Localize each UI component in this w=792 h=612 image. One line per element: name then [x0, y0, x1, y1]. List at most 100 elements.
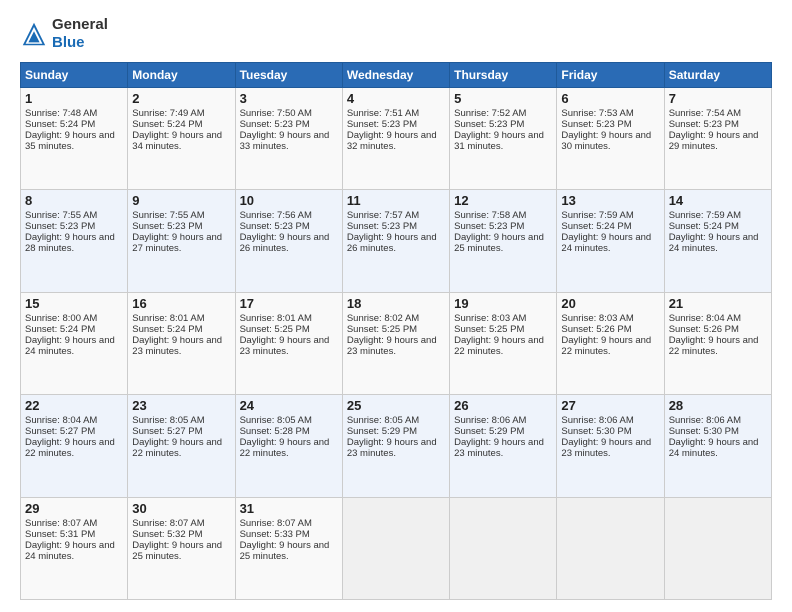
header: General Blue	[20, 16, 772, 52]
daylight-text: Daylight: 9 hours and 26 minutes.	[240, 232, 330, 254]
daylight-text: Daylight: 9 hours and 23 minutes.	[347, 437, 437, 459]
sunset-text: Sunset: 5:29 PM	[454, 426, 524, 437]
sunrise-text: Sunrise: 8:05 AM	[347, 415, 419, 426]
daylight-text: Daylight: 9 hours and 23 minutes.	[132, 335, 222, 357]
daylight-text: Daylight: 9 hours and 26 minutes.	[347, 232, 437, 254]
sunset-text: Sunset: 5:31 PM	[25, 529, 95, 540]
day-number: 5	[454, 91, 552, 106]
sunset-text: Sunset: 5:23 PM	[25, 221, 95, 232]
sunrise-text: Sunrise: 7:53 AM	[561, 108, 633, 119]
daylight-text: Daylight: 9 hours and 22 minutes.	[240, 437, 330, 459]
day-number: 10	[240, 193, 338, 208]
day-number: 17	[240, 296, 338, 311]
sunset-text: Sunset: 5:23 PM	[132, 221, 202, 232]
daylight-text: Daylight: 9 hours and 29 minutes.	[669, 130, 759, 152]
day-number: 22	[25, 398, 123, 413]
day-number: 1	[25, 91, 123, 106]
day-number: 30	[132, 501, 230, 516]
sunset-text: Sunset: 5:24 PM	[25, 119, 95, 130]
general-blue-logo-icon	[20, 20, 48, 48]
sunrise-text: Sunrise: 8:06 AM	[669, 415, 741, 426]
daylight-text: Daylight: 9 hours and 31 minutes.	[454, 130, 544, 152]
sunrise-text: Sunrise: 8:04 AM	[669, 313, 741, 324]
sunset-text: Sunset: 5:24 PM	[132, 324, 202, 335]
calendar-cell-30: 30Sunrise: 8:07 AMSunset: 5:32 PMDayligh…	[128, 497, 235, 599]
daylight-text: Daylight: 9 hours and 24 minutes.	[669, 437, 759, 459]
day-number: 26	[454, 398, 552, 413]
calendar-header-monday: Monday	[128, 63, 235, 88]
calendar-week-row: 29Sunrise: 8:07 AMSunset: 5:31 PMDayligh…	[21, 497, 772, 599]
sunrise-text: Sunrise: 8:06 AM	[454, 415, 526, 426]
calendar-cell-19: 19Sunrise: 8:03 AMSunset: 5:25 PMDayligh…	[450, 292, 557, 394]
calendar-cell-12: 12 Sunrise: 7:58 AMSunset: 5:23 PMDayligh…	[450, 190, 557, 292]
day-number: 12	[454, 193, 552, 208]
day-number: 28	[669, 398, 767, 413]
day-number: 25	[347, 398, 445, 413]
calendar-cell-1: 1Sunrise: 7:48 AMSunset: 5:24 PMDaylight…	[21, 88, 128, 190]
calendar-cell-16: 16Sunrise: 8:01 AMSunset: 5:24 PMDayligh…	[128, 292, 235, 394]
daylight-text: Daylight: 9 hours and 24 minutes.	[669, 232, 759, 254]
sunrise-text: Sunrise: 8:06 AM	[561, 415, 633, 426]
sunset-text: Sunset: 5:23 PM	[347, 221, 417, 232]
daylight-text: Daylight: 9 hours and 22 minutes.	[669, 335, 759, 357]
calendar-cell-9: 9Sunrise: 7:55 AMSunset: 5:23 PMDaylight…	[128, 190, 235, 292]
day-number: 3	[240, 91, 338, 106]
calendar-cell-7: 7Sunrise: 7:54 AMSunset: 5:23 PMDaylight…	[664, 88, 771, 190]
calendar-header-thursday: Thursday	[450, 63, 557, 88]
day-number: 4	[347, 91, 445, 106]
daylight-text: Daylight: 9 hours and 22 minutes.	[25, 437, 115, 459]
sunset-text: Sunset: 5:26 PM	[669, 324, 739, 335]
calendar-cell-28: 28Sunrise: 8:06 AMSunset: 5:30 PMDayligh…	[664, 395, 771, 497]
calendar-header-friday: Friday	[557, 63, 664, 88]
empty-cell	[450, 497, 557, 599]
daylight-text: Daylight: 9 hours and 34 minutes.	[132, 130, 222, 152]
sunset-text: Sunset: 5:24 PM	[25, 324, 95, 335]
daylight-text: Daylight: 9 hours and 23 minutes.	[561, 437, 651, 459]
calendar-cell-21: 21Sunrise: 8:04 AMSunset: 5:26 PMDayligh…	[664, 292, 771, 394]
calendar-week-row: 15Sunrise: 8:00 AMSunset: 5:24 PMDayligh…	[21, 292, 772, 394]
empty-cell	[664, 497, 771, 599]
sunrise-text: Sunrise: 7:57 AM	[347, 210, 419, 221]
sunrise-text: Sunrise: 8:05 AM	[240, 415, 312, 426]
daylight-text: Daylight: 9 hours and 25 minutes.	[132, 540, 222, 562]
calendar-cell-18: 18Sunrise: 8:02 AMSunset: 5:25 PMDayligh…	[342, 292, 449, 394]
calendar-header-wednesday: Wednesday	[342, 63, 449, 88]
sunset-text: Sunset: 5:28 PM	[240, 426, 310, 437]
calendar-header-sunday: Sunday	[21, 63, 128, 88]
calendar-header-saturday: Saturday	[664, 63, 771, 88]
calendar-week-row: 1Sunrise: 7:48 AMSunset: 5:24 PMDaylight…	[21, 88, 772, 190]
calendar-cell-2: 2Sunrise: 7:49 AMSunset: 5:24 PMDaylight…	[128, 88, 235, 190]
calendar-header-row: SundayMondayTuesdayWednesdayThursdayFrid…	[21, 63, 772, 88]
sunrise-text: Sunrise: 8:02 AM	[347, 313, 419, 324]
sunset-text: Sunset: 5:32 PM	[132, 529, 202, 540]
daylight-text: Daylight: 9 hours and 24 minutes.	[25, 335, 115, 357]
sunrise-text: Sunrise: 7:52 AM	[454, 108, 526, 119]
sunrise-text: Sunrise: 8:03 AM	[561, 313, 633, 324]
sunrise-text: Sunrise: 7:55 AM	[132, 210, 204, 221]
daylight-text: Daylight: 9 hours and 27 minutes.	[132, 232, 222, 254]
calendar-cell-10: 10Sunrise: 7:56 AMSunset: 5:23 PMDayligh…	[235, 190, 342, 292]
calendar-cell-20: 20Sunrise: 8:03 AMSunset: 5:26 PMDayligh…	[557, 292, 664, 394]
calendar-table: SundayMondayTuesdayWednesdayThursdayFrid…	[20, 62, 772, 600]
day-number: 18	[347, 296, 445, 311]
sunset-text: Sunset: 5:23 PM	[454, 221, 524, 232]
day-number: 19	[454, 296, 552, 311]
sunrise-text: Sunrise: 8:07 AM	[25, 518, 97, 529]
sunrise-text: Sunrise: 7:59 AM	[669, 210, 741, 221]
sunrise-text: Sunrise: 7:58 AM	[454, 210, 526, 221]
daylight-text: Daylight: 9 hours and 23 minutes.	[347, 335, 437, 357]
sunrise-text: Sunrise: 7:59 AM	[561, 210, 633, 221]
day-number: 15	[25, 296, 123, 311]
sunrise-text: Sunrise: 7:54 AM	[669, 108, 741, 119]
calendar-header-tuesday: Tuesday	[235, 63, 342, 88]
sunset-text: Sunset: 5:24 PM	[132, 119, 202, 130]
calendar-cell-11: 11Sunrise: 7:57 AMSunset: 5:23 PMDayligh…	[342, 190, 449, 292]
sunrise-text: Sunrise: 7:51 AM	[347, 108, 419, 119]
sunset-text: Sunset: 5:23 PM	[454, 119, 524, 130]
logo-text: General Blue	[52, 16, 108, 52]
day-number: 7	[669, 91, 767, 106]
daylight-text: Daylight: 9 hours and 25 minutes.	[454, 232, 544, 254]
daylight-text: Daylight: 9 hours and 22 minutes.	[454, 335, 544, 357]
calendar-cell-13: 13Sunrise: 7:59 AMSunset: 5:24 PMDayligh…	[557, 190, 664, 292]
sunrise-text: Sunrise: 8:00 AM	[25, 313, 97, 324]
